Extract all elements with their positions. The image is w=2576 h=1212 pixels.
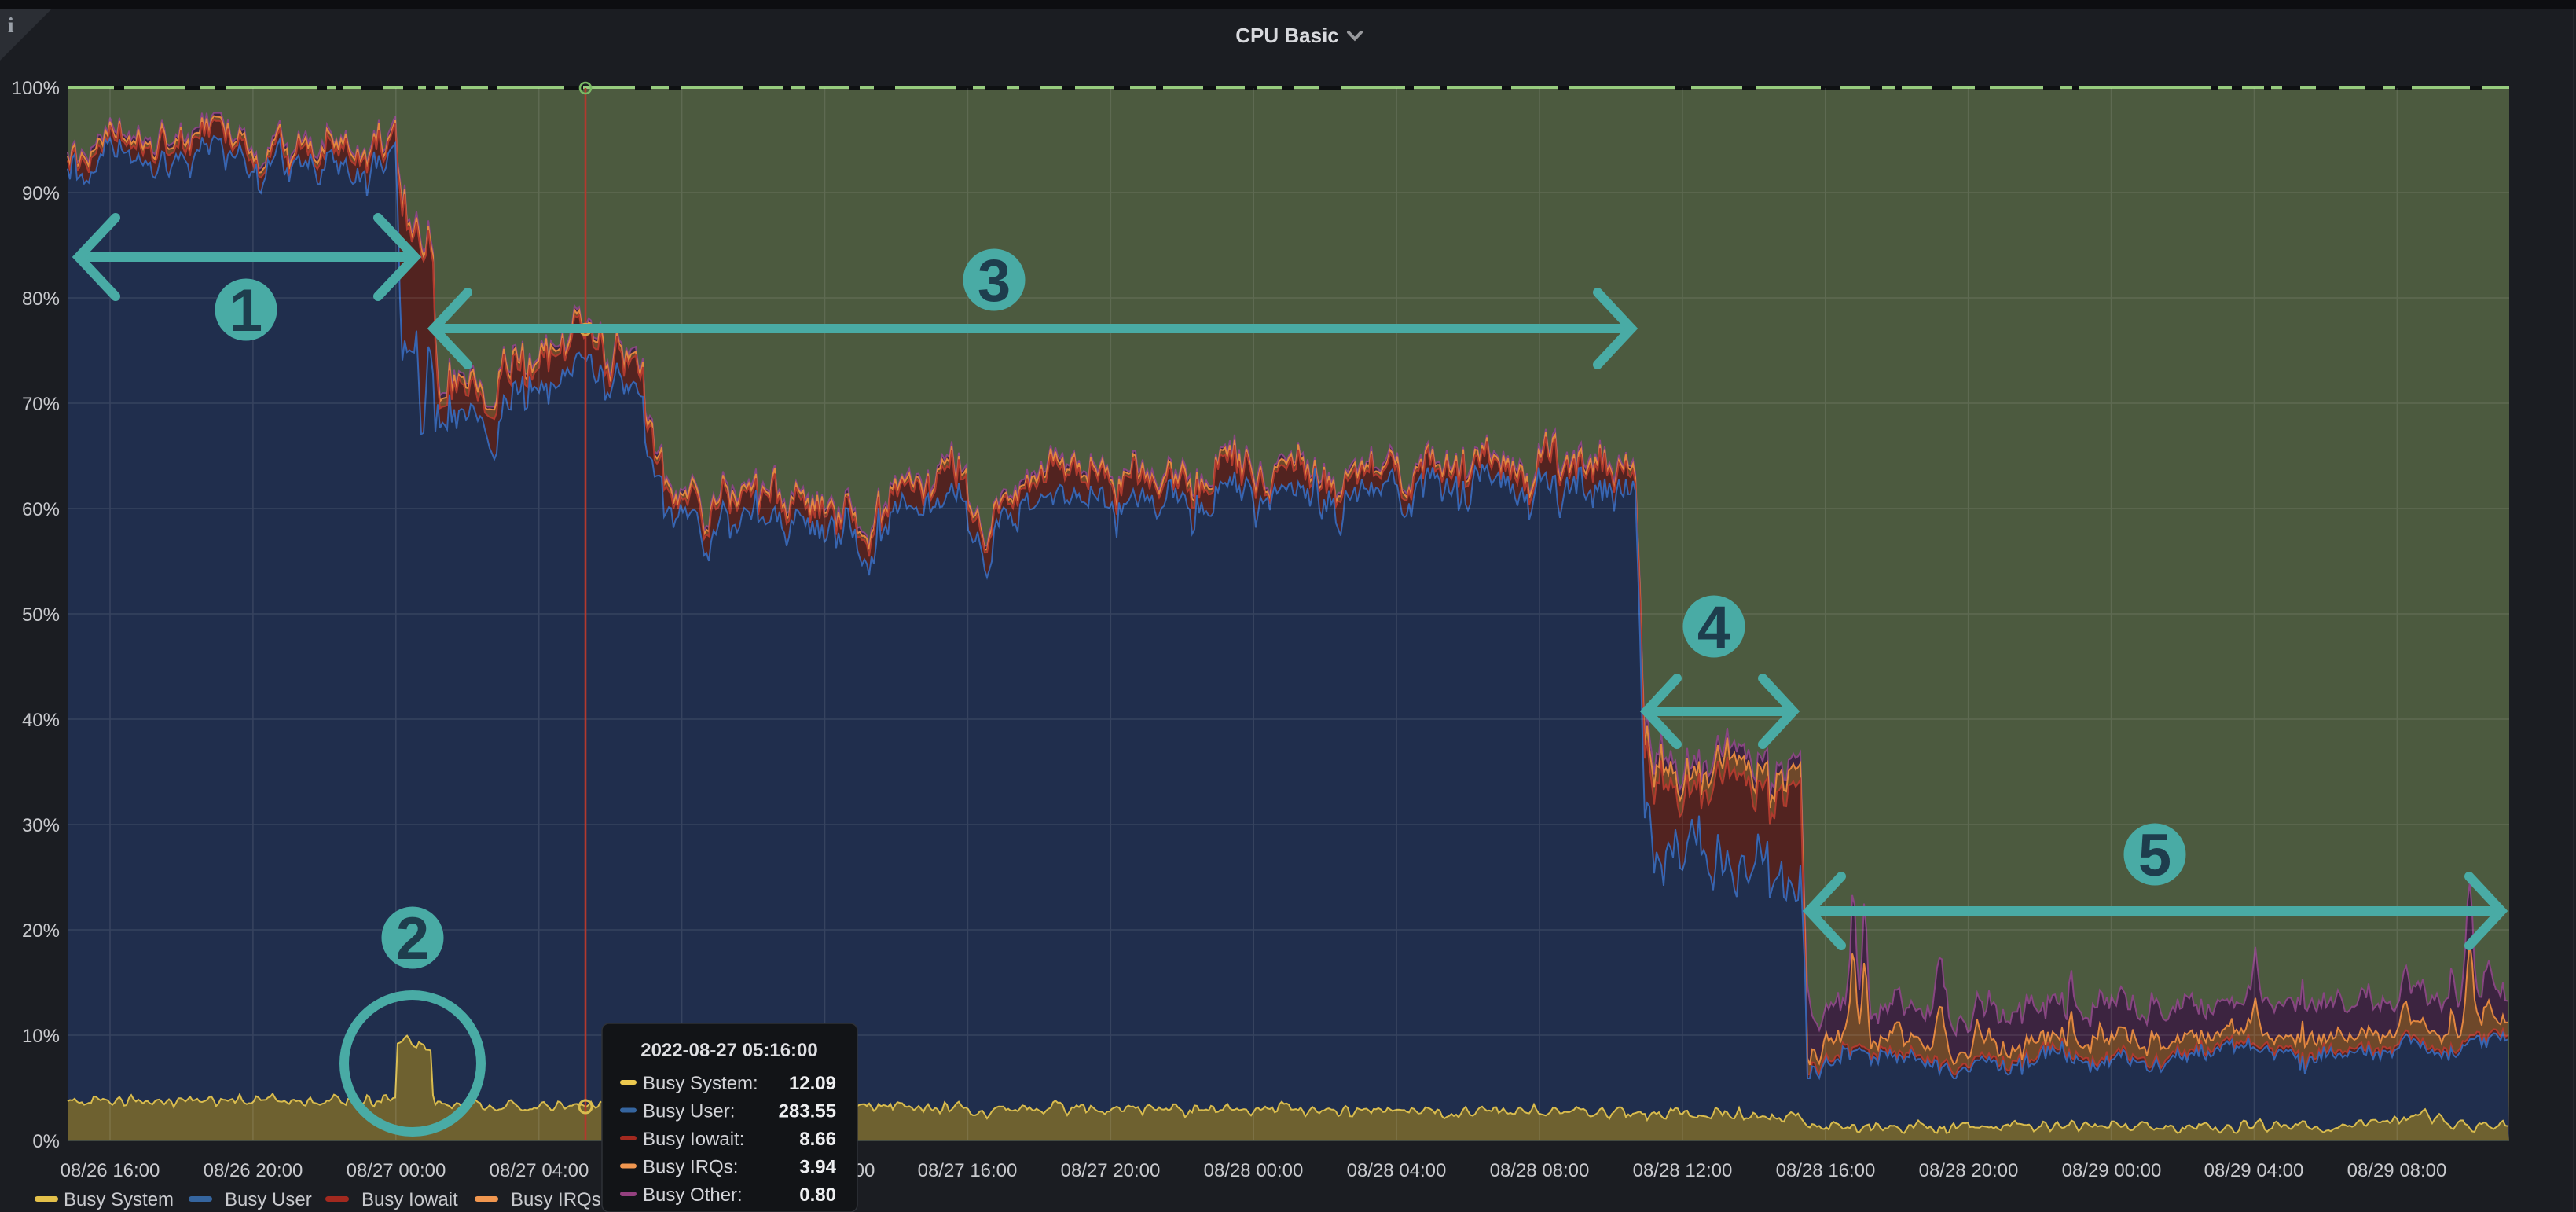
- svg-text:08/27 04:00: 08/27 04:00: [490, 1160, 589, 1181]
- svg-text:08/28 20:00: 08/28 20:00: [1919, 1160, 2019, 1181]
- svg-text:3: 3: [978, 248, 1011, 314]
- svg-text:4: 4: [1697, 594, 1730, 661]
- svg-text:08/28 12:00: 08/28 12:00: [1633, 1160, 1733, 1181]
- svg-text:12.09: 12.09: [789, 1073, 836, 1094]
- svg-text:CPU Basic: CPU Basic: [1235, 24, 1339, 47]
- svg-text:08/27 00:00: 08/27 00:00: [347, 1160, 446, 1181]
- svg-text:100%: 100%: [12, 78, 60, 99]
- svg-text:08/29 00:00: 08/29 00:00: [2062, 1160, 2162, 1181]
- svg-text:08/28 00:00: 08/28 00:00: [1204, 1160, 1304, 1181]
- svg-text:2: 2: [396, 905, 429, 972]
- svg-text:90%: 90%: [22, 183, 60, 204]
- svg-text:60%: 60%: [22, 499, 60, 520]
- svg-text:08/29 08:00: 08/29 08:00: [2347, 1160, 2447, 1181]
- svg-text:08/26 16:00: 08/26 16:00: [61, 1160, 160, 1181]
- svg-text:30%: 30%: [22, 815, 60, 836]
- svg-text:08/26 20:00: 08/26 20:00: [204, 1160, 303, 1181]
- svg-text:0.80: 0.80: [799, 1184, 836, 1206]
- svg-text:80%: 80%: [22, 288, 60, 310]
- svg-text:08/27 20:00: 08/27 20:00: [1061, 1160, 1161, 1181]
- svg-text:08/28 08:00: 08/28 08:00: [1490, 1160, 1590, 1181]
- svg-text:Busy User:: Busy User:: [643, 1101, 735, 1122]
- svg-text:Busy System:: Busy System:: [643, 1073, 758, 1094]
- svg-text:70%: 70%: [22, 394, 60, 415]
- svg-text:Busy User: Busy User: [225, 1189, 312, 1210]
- svg-text:283.55: 283.55: [779, 1101, 836, 1122]
- svg-text:40%: 40%: [22, 710, 60, 731]
- svg-text:Busy Iowait: Busy Iowait: [361, 1189, 458, 1210]
- svg-text:Busy Iowait:: Busy Iowait:: [643, 1129, 744, 1150]
- svg-text:3.94: 3.94: [799, 1157, 836, 1178]
- svg-text:i: i: [8, 13, 14, 37]
- svg-text:08/28 16:00: 08/28 16:00: [1776, 1160, 1876, 1181]
- svg-text:Busy IRQs:: Busy IRQs:: [643, 1157, 738, 1178]
- svg-text:50%: 50%: [22, 604, 60, 626]
- svg-text:0%: 0%: [32, 1131, 60, 1152]
- svg-text:Busy Other:: Busy Other:: [643, 1184, 743, 1206]
- svg-text:08/29 04:00: 08/29 04:00: [2204, 1160, 2304, 1181]
- svg-text:Busy IRQs: Busy IRQs: [511, 1189, 601, 1210]
- svg-text:2022-08-27 05:16:00: 2022-08-27 05:16:00: [640, 1040, 818, 1061]
- svg-text:5: 5: [2138, 822, 2171, 889]
- svg-text:08/27 16:00: 08/27 16:00: [918, 1160, 1018, 1181]
- svg-text:8.66: 8.66: [799, 1129, 836, 1150]
- svg-text:1: 1: [229, 277, 262, 344]
- svg-text:20%: 20%: [22, 920, 60, 942]
- svg-text:10%: 10%: [22, 1026, 60, 1047]
- svg-text:08/28 04:00: 08/28 04:00: [1347, 1160, 1447, 1181]
- svg-text:Busy System: Busy System: [64, 1189, 174, 1210]
